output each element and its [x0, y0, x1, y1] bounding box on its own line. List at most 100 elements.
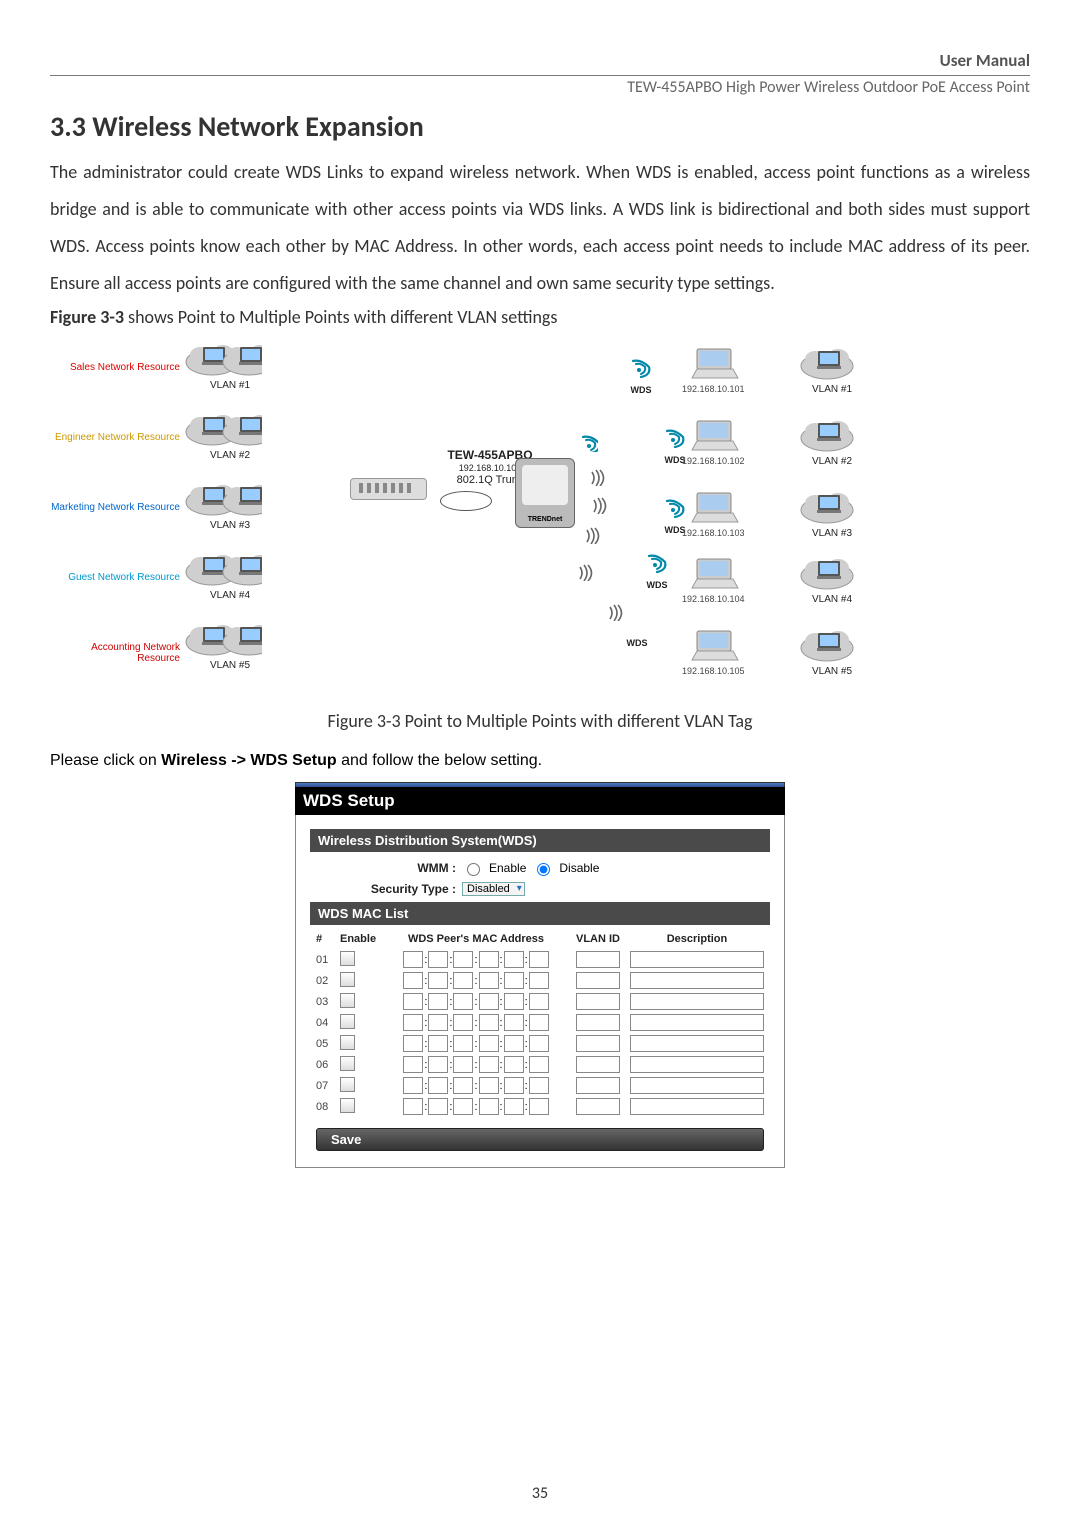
figure-ref-rest: shows Point to Multiple Points with diff… — [124, 306, 557, 328]
ap-ip: 192.168.10.100 — [459, 463, 522, 473]
res-label-guest: Guest Network Resource — [50, 572, 180, 583]
vlan-label: VLAN #2 — [210, 450, 250, 461]
wmm-enable-label: Enable — [489, 861, 526, 875]
enable-checkbox[interactable] — [340, 1056, 355, 1071]
save-button[interactable]: Save — [316, 1128, 764, 1151]
enable-checkbox[interactable] — [340, 972, 355, 987]
mac-address-input[interactable]: ::::: — [386, 1056, 566, 1073]
row-number: 08 — [316, 1101, 340, 1113]
instruction-pre: Please click on — [50, 752, 161, 769]
monitor-icon — [222, 550, 262, 586]
figure-caption: Figure 3-3 Point to Multiple Points with… — [50, 710, 1030, 732]
row-number: 01 — [316, 954, 340, 966]
mac-address-input[interactable]: ::::: — [386, 1014, 566, 1031]
vlan-id-input[interactable] — [576, 1056, 620, 1073]
vlan-id-input[interactable] — [576, 993, 620, 1010]
enable-checkbox[interactable] — [340, 993, 355, 1008]
instruction-post: and follow the below setting. — [337, 752, 542, 769]
vlan-id-input[interactable] — [576, 951, 620, 968]
table-row: 02::::: — [316, 972, 764, 990]
vlan-id-input[interactable] — [576, 1077, 620, 1094]
mac-address-input[interactable]: ::::: — [386, 993, 566, 1010]
ip-label: 192.168.10.103 — [682, 528, 745, 538]
trunk-ellipse — [440, 491, 492, 511]
cloud-icon — [800, 416, 860, 458]
enable-checkbox[interactable] — [340, 951, 355, 966]
vlan-id-input[interactable] — [576, 1098, 620, 1115]
wmm-label: WMM : — [316, 861, 456, 875]
signal-icon — [608, 603, 626, 626]
ip-label: 192.168.10.102 — [682, 456, 745, 466]
section-title: 3.3 Wireless Network Expansion — [50, 109, 1030, 144]
col-enable: Enable — [340, 933, 386, 945]
wmm-disable-label: Disable — [559, 861, 599, 875]
table-row: 08::::: — [316, 1098, 764, 1116]
description-input[interactable] — [630, 1035, 764, 1052]
wds-global: WDS — [606, 358, 676, 395]
switch-icon — [350, 478, 427, 500]
wmm-disable-radio[interactable] — [537, 863, 550, 876]
row-number: 03 — [316, 996, 340, 1008]
res-label-marketing: Marketing Network Resource — [50, 502, 180, 513]
enable-checkbox[interactable] — [340, 1035, 355, 1050]
section-header-maclist: WDS MAC List — [310, 902, 770, 925]
table-row: 04::::: — [316, 1014, 764, 1032]
col-vlan: VLAN ID — [566, 933, 630, 945]
enable-checkbox[interactable] — [340, 1098, 355, 1113]
panel-title: WDS Setup — [295, 787, 785, 815]
laptop-icon — [690, 420, 740, 454]
vlan-label: VLAN #5 — [210, 660, 250, 671]
col-mac: WDS Peer's MAC Address — [386, 933, 566, 945]
vlan-id-input[interactable] — [576, 1014, 620, 1031]
vlan-label: VLAN #1 — [812, 384, 852, 395]
enable-checkbox[interactable] — [340, 1077, 355, 1092]
instruction-bold: Wireless -> WDS Setup — [161, 752, 336, 769]
description-input[interactable] — [630, 1098, 764, 1115]
page-number: 35 — [50, 1484, 1030, 1503]
vlan-id-input[interactable] — [576, 972, 620, 989]
security-type-row: Security Type : Disabled — [316, 882, 764, 896]
trunk-text: 802.1Q Trunk — [457, 474, 524, 486]
col-desc: Description — [630, 933, 764, 945]
signal-icon — [592, 496, 610, 519]
vlan-id-input[interactable] — [576, 1035, 620, 1052]
res-label-sales: Sales Network Resource — [50, 362, 180, 373]
signal-icon — [590, 468, 608, 491]
mac-address-input[interactable]: ::::: — [386, 1077, 566, 1094]
wds-node: WDS — [602, 638, 672, 648]
monitor-icon — [222, 340, 262, 376]
network-diagram: Sales Network Resource VLAN #1 Engineer … — [50, 338, 1030, 698]
vlan-label: VLAN #5 — [812, 666, 852, 677]
description-input[interactable] — [630, 1056, 764, 1073]
description-input[interactable] — [630, 1077, 764, 1094]
description-input[interactable] — [630, 993, 764, 1010]
security-type-select[interactable]: Disabled — [462, 882, 525, 896]
wmm-enable-radio[interactable] — [467, 863, 480, 876]
table-row: 05::::: — [316, 1035, 764, 1053]
mac-address-input[interactable]: ::::: — [386, 1098, 566, 1115]
cloud-icon — [800, 626, 860, 668]
ip-label: 192.168.10.105 — [682, 666, 745, 676]
description-input[interactable] — [630, 1014, 764, 1031]
description-input[interactable] — [630, 972, 764, 989]
laptop-icon — [690, 630, 740, 664]
row-number: 02 — [316, 975, 340, 987]
wifi-icon — [606, 358, 676, 385]
wds-label: WDS — [622, 580, 692, 590]
table-row: 07::::: — [316, 1077, 764, 1095]
security-type-label: Security Type : — [316, 882, 456, 896]
description-input[interactable] — [630, 951, 764, 968]
ip-label: 192.168.10.101 — [682, 384, 745, 394]
access-point-icon: TRENDnet — [515, 458, 575, 528]
mac-address-input[interactable]: ::::: — [386, 972, 566, 989]
laptop-icon — [690, 558, 740, 592]
row-number: 07 — [316, 1080, 340, 1092]
col-num: # — [316, 933, 340, 945]
mac-address-input[interactable]: ::::: — [386, 1035, 566, 1052]
figure-ref-bold: Figure 3-3 — [50, 306, 124, 328]
mac-address-input[interactable]: ::::: — [386, 951, 566, 968]
signal-icon — [585, 526, 603, 549]
header-sub: TEW-455APBO High Power Wireless Outdoor … — [50, 78, 1030, 97]
enable-checkbox[interactable] — [340, 1014, 355, 1029]
section-body: The administrator could create WDS Links… — [50, 154, 1030, 302]
